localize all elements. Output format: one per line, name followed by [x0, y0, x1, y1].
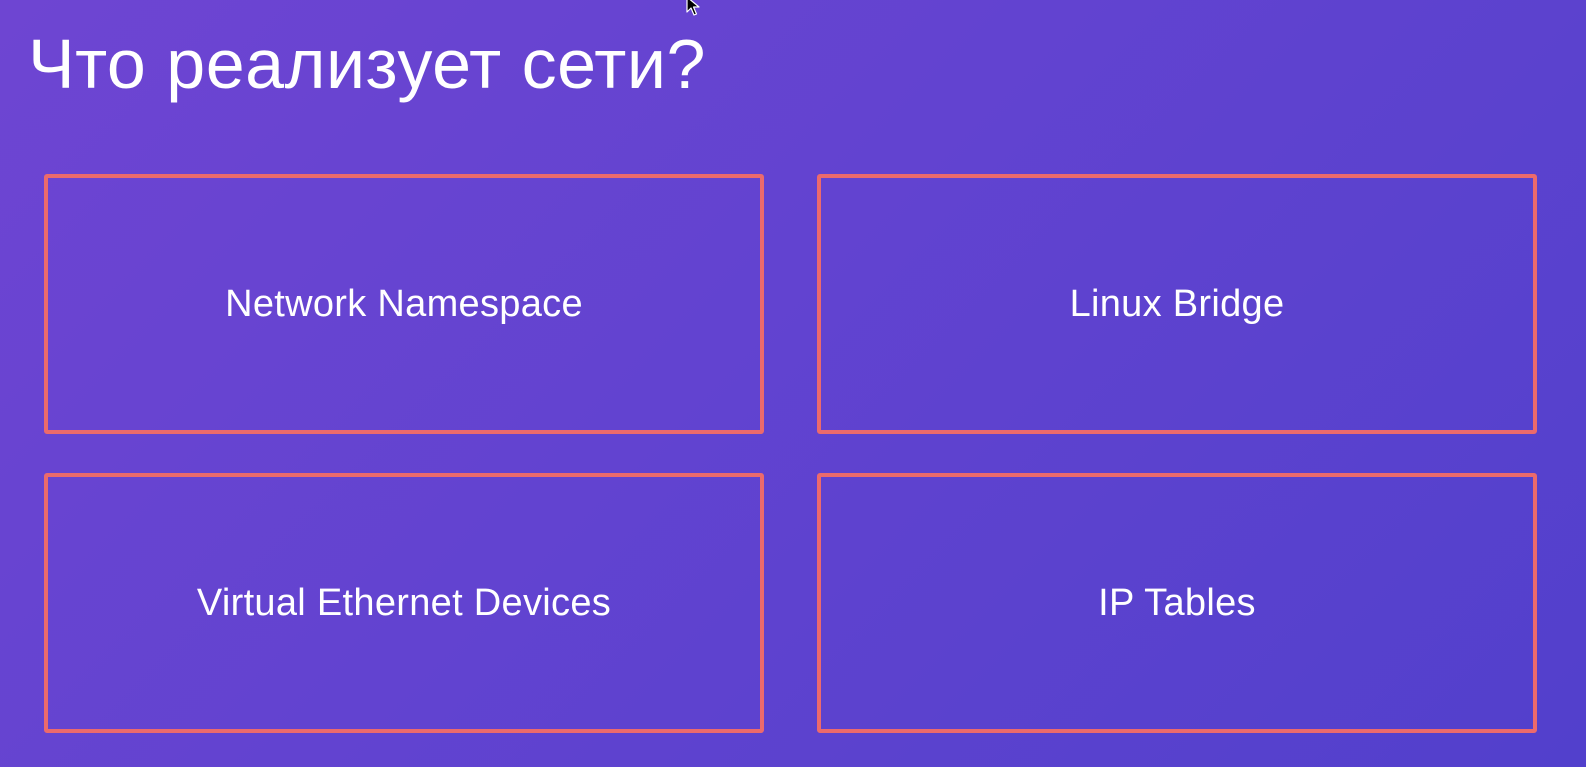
card-label: Network Namespace — [225, 282, 583, 325]
card-label: Virtual Ethernet Devices — [196, 581, 612, 624]
card-linux-bridge: Linux Bridge — [817, 174, 1537, 434]
mouse-pointer-icon — [686, 0, 700, 16]
card-label: Linux Bridge — [1069, 282, 1285, 325]
card-network-namespace: Network Namespace — [44, 174, 764, 434]
slide-title: Что реализует сети? — [28, 25, 706, 103]
card-virtual-ethernet-devices: Virtual Ethernet Devices — [44, 473, 764, 733]
card-ip-tables: IP Tables — [817, 473, 1537, 733]
card-label: IP Tables — [1098, 581, 1256, 624]
